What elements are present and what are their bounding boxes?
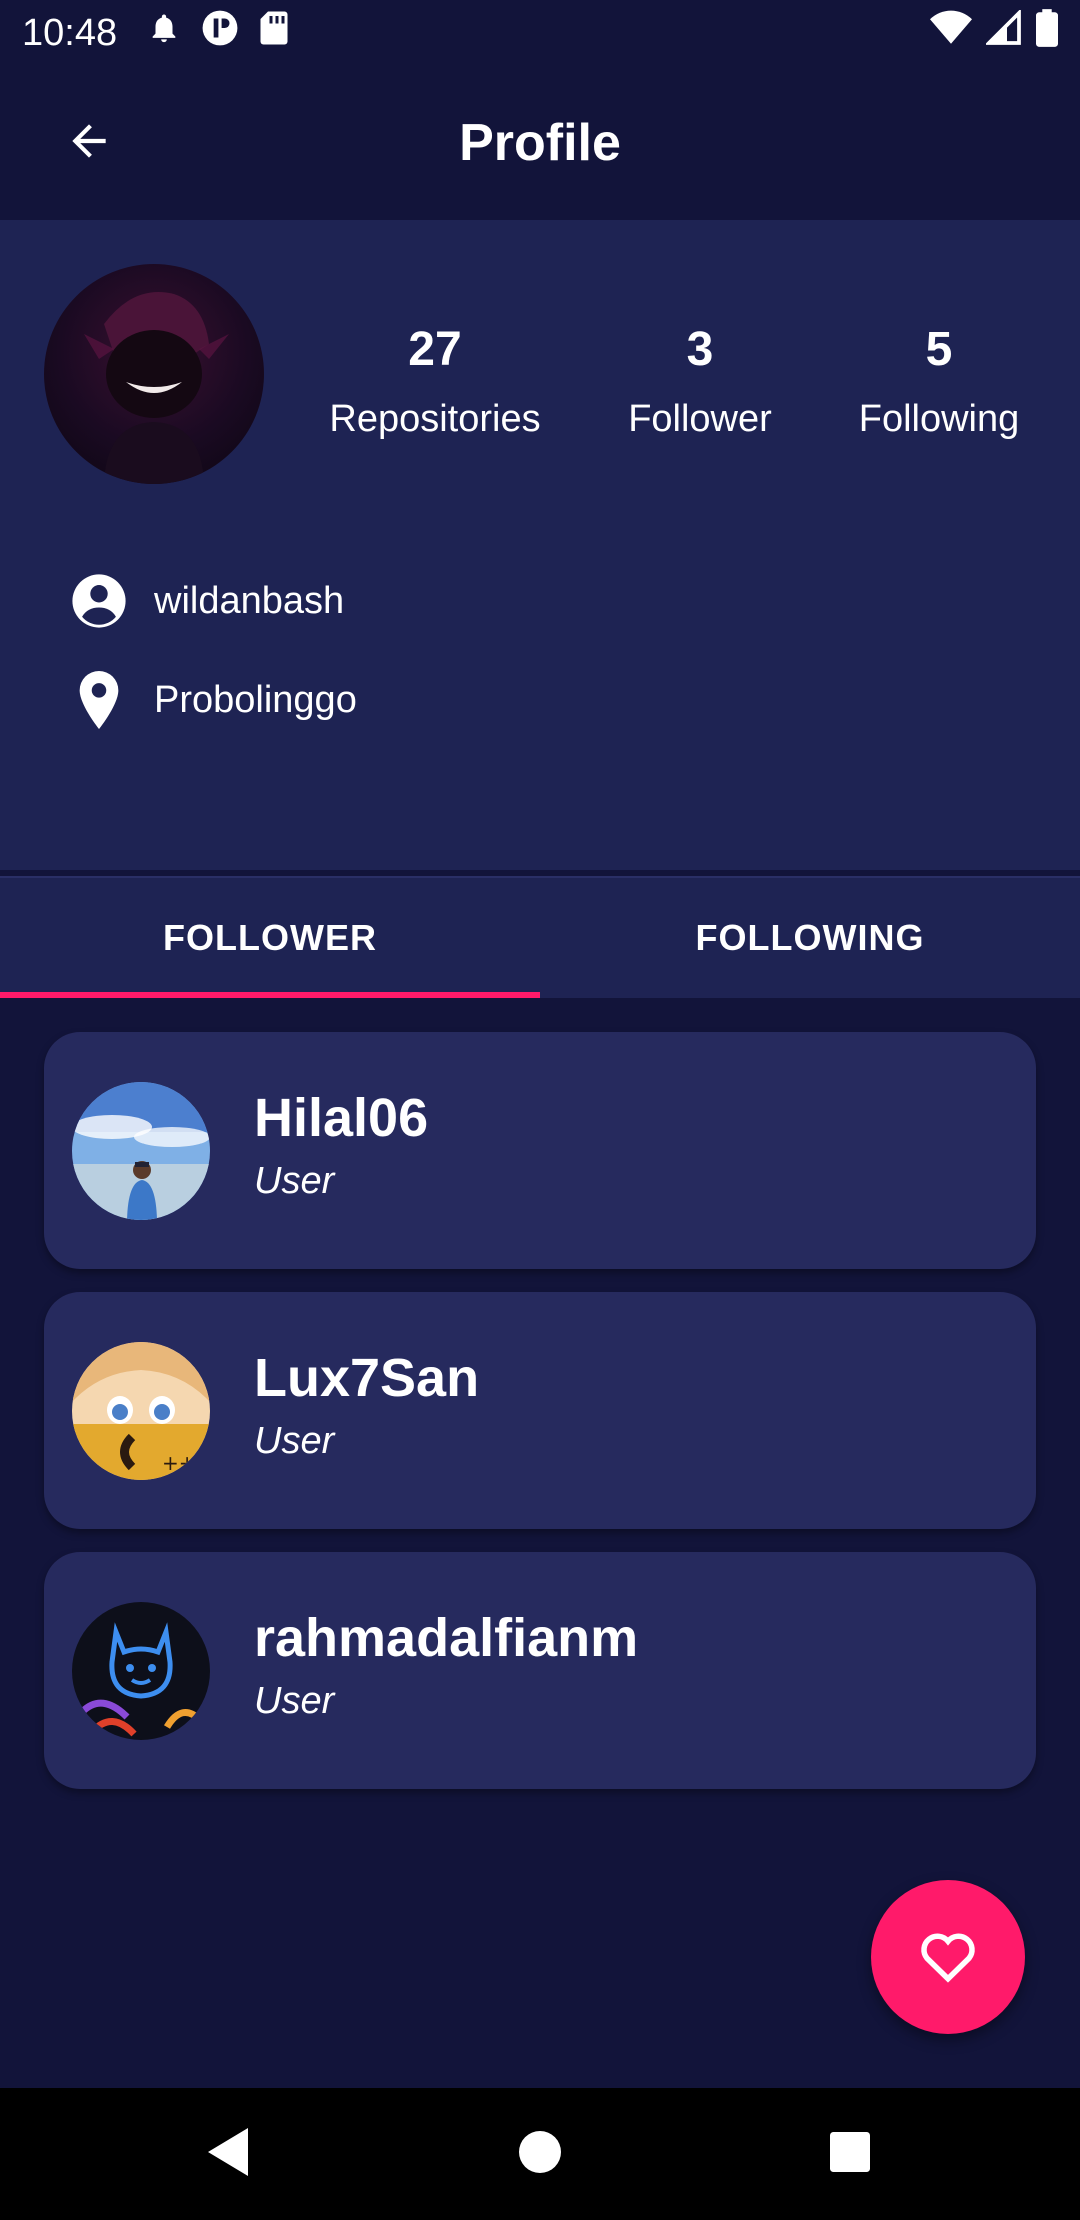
list-item[interactable]: ++ Lux7San User [44, 1292, 1036, 1529]
account-circle-icon [68, 570, 130, 632]
following-count: 5 [925, 323, 953, 376]
location-pin-icon [68, 669, 130, 731]
repositories-count: 27 [408, 323, 462, 376]
square-recents-icon [830, 2131, 870, 2177]
bell-icon [147, 10, 181, 56]
location-text: Probolinggo [154, 678, 357, 721]
user-avatar [72, 1082, 210, 1220]
location-row: Probolinggo [68, 669, 357, 731]
tab-follower[interactable]: FOLLOWER [0, 878, 540, 998]
nav-back-button[interactable] [200, 2124, 260, 2184]
tab-following[interactable]: FOLLOWING [540, 878, 1080, 998]
repositories-label: Repositories [329, 398, 541, 440]
list-item[interactable]: rahmadalfianm User [44, 1552, 1036, 1789]
username-row: wildanbash [68, 570, 344, 632]
user-avatar [72, 1602, 210, 1740]
stat-following[interactable]: 5 Following [809, 320, 1069, 441]
username-text: wildanbash [154, 579, 345, 622]
list-item[interactable]: Hilal06 User [44, 1032, 1036, 1269]
battery-icon [1036, 9, 1058, 57]
user-name: Lux7San [254, 1348, 480, 1408]
signal-icon [984, 8, 1022, 56]
user-role: User [254, 1420, 335, 1462]
user-role: User [254, 1680, 335, 1722]
profile-stats: 27 Repositories 3 Follower 5 Following [0, 320, 1080, 460]
favorite-fab[interactable] [871, 1880, 1025, 2034]
profile-header: 27 Repositories 3 Follower 5 Following w… [0, 220, 1080, 870]
status-bar: 10:48 [0, 0, 1080, 66]
arrow-back-icon [64, 116, 114, 171]
heart-outline-icon [918, 1927, 978, 1988]
follower-label: Follower [628, 398, 772, 440]
app-icon [201, 9, 239, 57]
following-label: Following [858, 398, 1020, 440]
user-avatar: ++ [72, 1342, 210, 1480]
stat-followers[interactable]: 3 Follower [570, 320, 830, 441]
triangle-back-icon [208, 2127, 252, 2181]
nav-recents-button[interactable] [820, 2124, 880, 2184]
tab-bar: FOLLOWER FOLLOWING [0, 876, 1080, 998]
app-bar: Profile [0, 66, 1080, 220]
nav-home-button[interactable] [510, 2124, 570, 2184]
follower-count: 3 [686, 323, 714, 376]
status-time: 10:48 [22, 11, 118, 54]
page-title: Profile [459, 114, 621, 172]
user-list: Hilal06 User ++ Lux7San User rahmadalfia… [44, 1032, 1036, 1812]
user-name: Hilal06 [254, 1088, 429, 1148]
sd-card-icon [259, 10, 289, 56]
user-name: rahmadalfianm [254, 1608, 639, 1668]
circle-home-icon [519, 2130, 561, 2178]
wifi-icon [930, 10, 972, 56]
system-nav-bar [0, 2088, 1080, 2220]
back-button[interactable] [52, 106, 126, 180]
svg-text:++: ++ [162, 1451, 196, 1475]
stat-repositories[interactable]: 27 Repositories [305, 320, 565, 441]
user-role: User [254, 1160, 335, 1202]
